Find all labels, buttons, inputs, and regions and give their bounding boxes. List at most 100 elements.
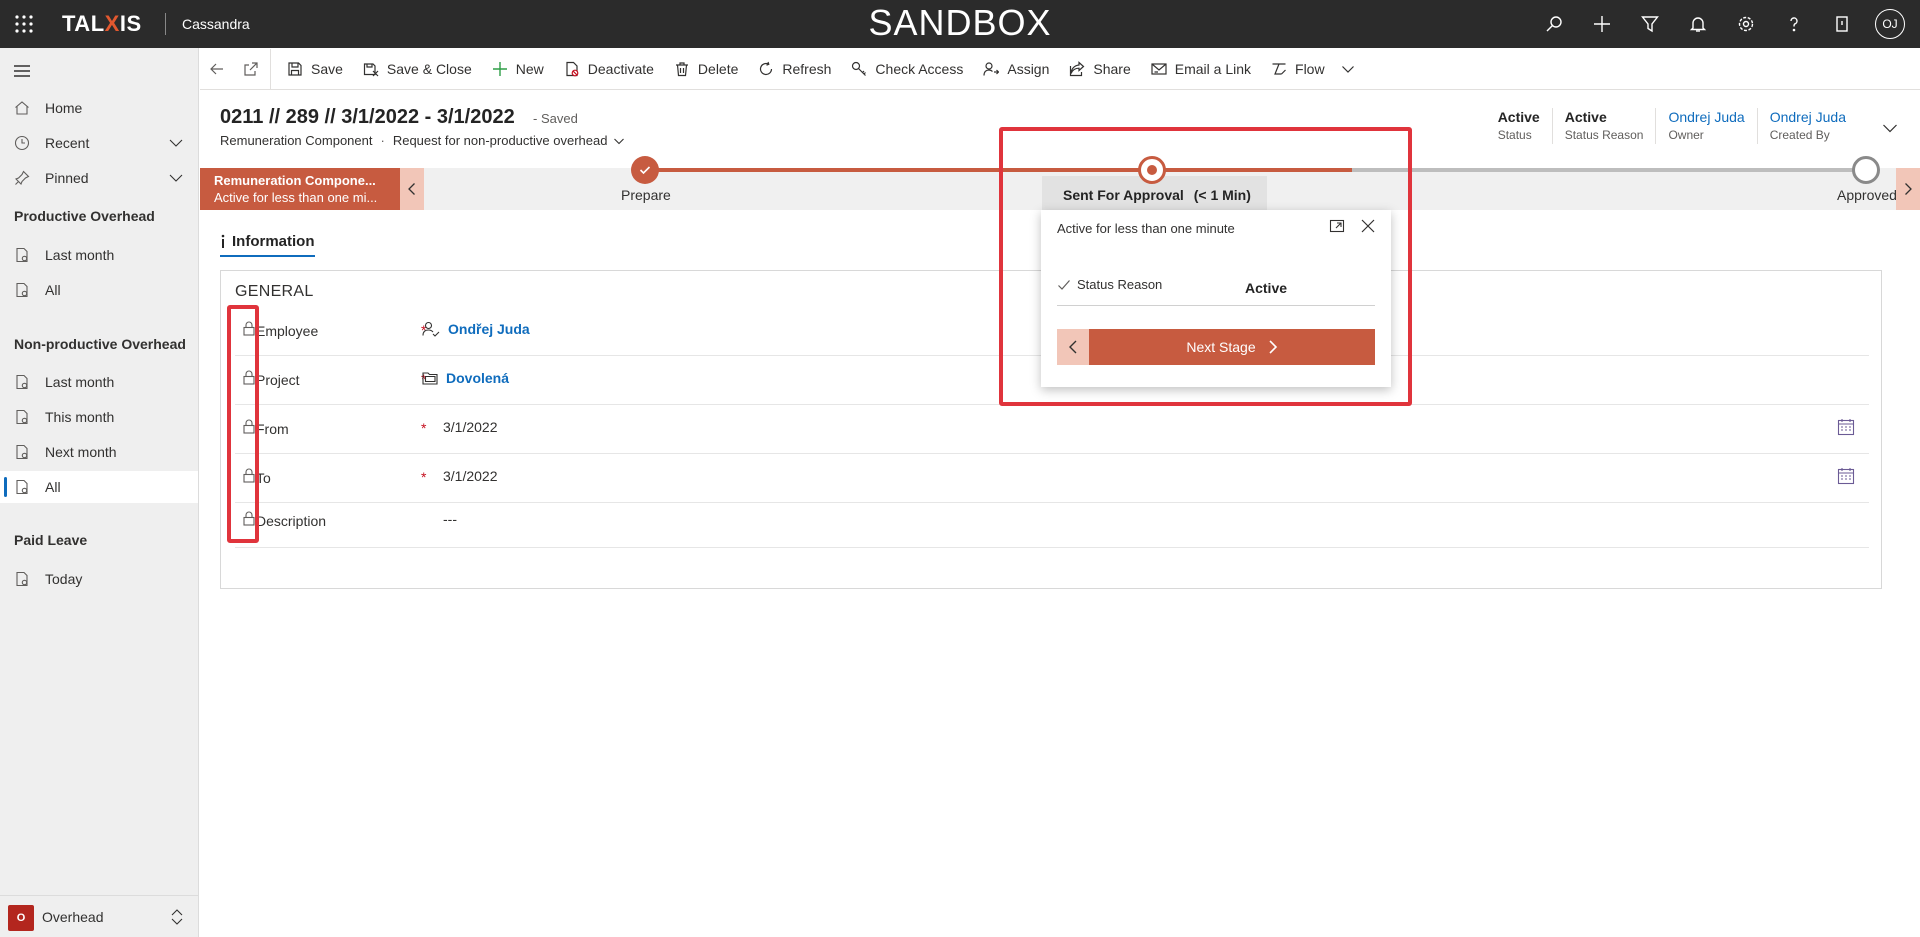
sidebar-item-nonproductive-next-month[interactable]: Next month: [0, 436, 198, 468]
open-new-window-button[interactable]: [234, 48, 268, 90]
business-process-flow: Remuneration Compone... Active for less …: [200, 156, 1920, 210]
divider: [270, 48, 271, 89]
avatar-initials: OJ: [1875, 9, 1905, 39]
next-stage-label: Next Stage: [1186, 339, 1256, 355]
save-close-icon: [363, 62, 379, 76]
header-field-label: Status: [1497, 128, 1532, 142]
chevron-down-icon: [614, 138, 625, 144]
bpf-next-button[interactable]: [1896, 168, 1920, 210]
entity-icon: [16, 444, 28, 460]
created-by-link[interactable]: Ondrej Juda: [1770, 108, 1846, 126]
record-subtitle: Remuneration Component · Request for non…: [220, 133, 625, 148]
app-launcher-icon[interactable]: [12, 12, 36, 36]
sidebar-item-nonproductive-last-month[interactable]: Last month: [0, 366, 198, 398]
flow-icon: [1272, 62, 1286, 75]
process-name[interactable]: Remuneration Compone... Active for less …: [200, 168, 400, 210]
trash-icon: [675, 61, 688, 76]
separator: ·: [380, 133, 385, 148]
stage-prepare[interactable]: Prepare: [610, 156, 680, 210]
more-commands-button[interactable]: [1335, 48, 1369, 90]
from-date-value[interactable]: 3/1/2022: [443, 419, 498, 435]
chevron-down-icon[interactable]: [168, 135, 184, 151]
owner-link[interactable]: Ondrej Juda: [1668, 108, 1744, 126]
folder-icon: [422, 372, 438, 385]
chevron-down-icon[interactable]: [168, 170, 184, 186]
app-name[interactable]: Cassandra: [182, 16, 250, 32]
sidebar-item-paid-leave-today[interactable]: Today: [0, 563, 198, 595]
sidebar-item-recent[interactable]: Recent: [0, 127, 198, 159]
next-stage-button[interactable]: Next Stage: [1089, 329, 1375, 365]
entity-icon: [16, 479, 28, 495]
required-indicator: *: [421, 469, 427, 485]
employee-lookup[interactable]: Ondřej Juda: [422, 321, 530, 337]
sidebar-item-label: Recent: [45, 135, 90, 151]
calendar-icon[interactable]: [1837, 467, 1855, 485]
flyout-field-status-reason[interactable]: Status Reason Active: [1057, 274, 1375, 306]
record-title: 0211 // 289 // 3/1/2022 - 3/1/2022: [220, 106, 515, 128]
save-close-button[interactable]: Save & Close: [353, 48, 482, 90]
tab-information[interactable]: Information: [220, 228, 315, 257]
lock-icon: [243, 370, 255, 385]
lock-icon: [243, 511, 255, 526]
sidebar-item-label: Home: [45, 100, 83, 116]
expand-header-icon[interactable]: [1882, 120, 1898, 136]
sidebar-item-nonproductive-this-month[interactable]: This month: [0, 401, 198, 433]
stage-duration: (< 1 Min): [1193, 187, 1251, 203]
check-icon: [1058, 280, 1070, 290]
bpf-previous-button[interactable]: [400, 168, 424, 210]
sidebar-item-productive-all[interactable]: All: [0, 274, 198, 306]
calendar-icon[interactable]: [1837, 418, 1855, 436]
sidebar-item-nonproductive-all[interactable]: All: [0, 471, 198, 503]
project-lookup[interactable]: Dovolená: [422, 370, 509, 386]
header-field-created-by: Ondrej Juda Created By: [1756, 108, 1858, 144]
settings-icon[interactable]: [1722, 0, 1770, 48]
bell-icon[interactable]: [1674, 0, 1722, 48]
header-field-label: Created By: [1769, 128, 1830, 142]
previous-stage-button[interactable]: [1057, 329, 1089, 365]
process-title: Remuneration Compone...: [214, 173, 376, 188]
header-field-label: Owner: [1668, 128, 1704, 142]
sidebar-item-productive-last-month[interactable]: Last month: [0, 239, 198, 271]
back-button[interactable]: [200, 48, 234, 90]
assign-button[interactable]: Assign: [973, 48, 1059, 90]
delete-button[interactable]: Delete: [664, 48, 748, 90]
email-link-button[interactable]: Email a Link: [1141, 48, 1261, 90]
check-access-button[interactable]: Check Access: [841, 48, 973, 90]
flyout-field-value: Active: [1245, 280, 1288, 296]
plus-icon[interactable]: [1578, 0, 1626, 48]
sidebar-item-label: Last month: [45, 247, 115, 263]
avatar[interactable]: OJ: [1866, 0, 1914, 48]
header-field-status-reason: Active Status Reason: [1551, 108, 1656, 144]
brand-logo[interactable]: TALXIS: [62, 12, 142, 36]
filter-icon[interactable]: [1626, 0, 1674, 48]
new-button[interactable]: New: [482, 48, 554, 90]
sidebar-item-label: All: [45, 282, 61, 298]
field-to: To * 3/1/2022: [235, 454, 1869, 503]
assistant-icon[interactable]: [1818, 0, 1866, 48]
search-icon[interactable]: [1530, 0, 1578, 48]
refresh-button[interactable]: Refresh: [748, 48, 841, 90]
description-value[interactable]: ---: [443, 511, 457, 527]
dock-flyout-icon[interactable]: [1329, 218, 1345, 234]
save-icon: [288, 61, 302, 76]
hamburger-icon[interactable]: [12, 61, 32, 81]
sidebar: Home Recent Pinned Productive Overhead L…: [0, 48, 199, 937]
deactivate-button[interactable]: Deactivate: [554, 48, 664, 90]
header-field-owner: Ondrej Juda Owner: [1655, 108, 1756, 144]
chevron-right-icon: [1905, 183, 1912, 195]
save-button[interactable]: Save: [277, 48, 353, 90]
flow-button[interactable]: Flow: [1261, 48, 1335, 90]
field-description: Description ---: [235, 503, 1869, 548]
to-date-value[interactable]: 3/1/2022: [443, 468, 498, 484]
sidebar-item-pinned[interactable]: Pinned: [0, 162, 198, 194]
share-button[interactable]: Share: [1059, 48, 1140, 90]
form-selector[interactable]: Request for non-productive overhead: [393, 133, 626, 148]
key-icon: [852, 61, 867, 76]
stage-label-active[interactable]: Sent For Approval (< 1 Min): [1063, 187, 1251, 203]
entity-icon: [16, 247, 28, 263]
area-switcher[interactable]: O Overhead: [0, 895, 198, 937]
sidebar-item-home[interactable]: Home: [0, 92, 198, 124]
close-icon[interactable]: [1360, 218, 1376, 234]
stage-approved[interactable]: Approved: [1800, 156, 1900, 210]
help-icon[interactable]: [1770, 0, 1818, 48]
